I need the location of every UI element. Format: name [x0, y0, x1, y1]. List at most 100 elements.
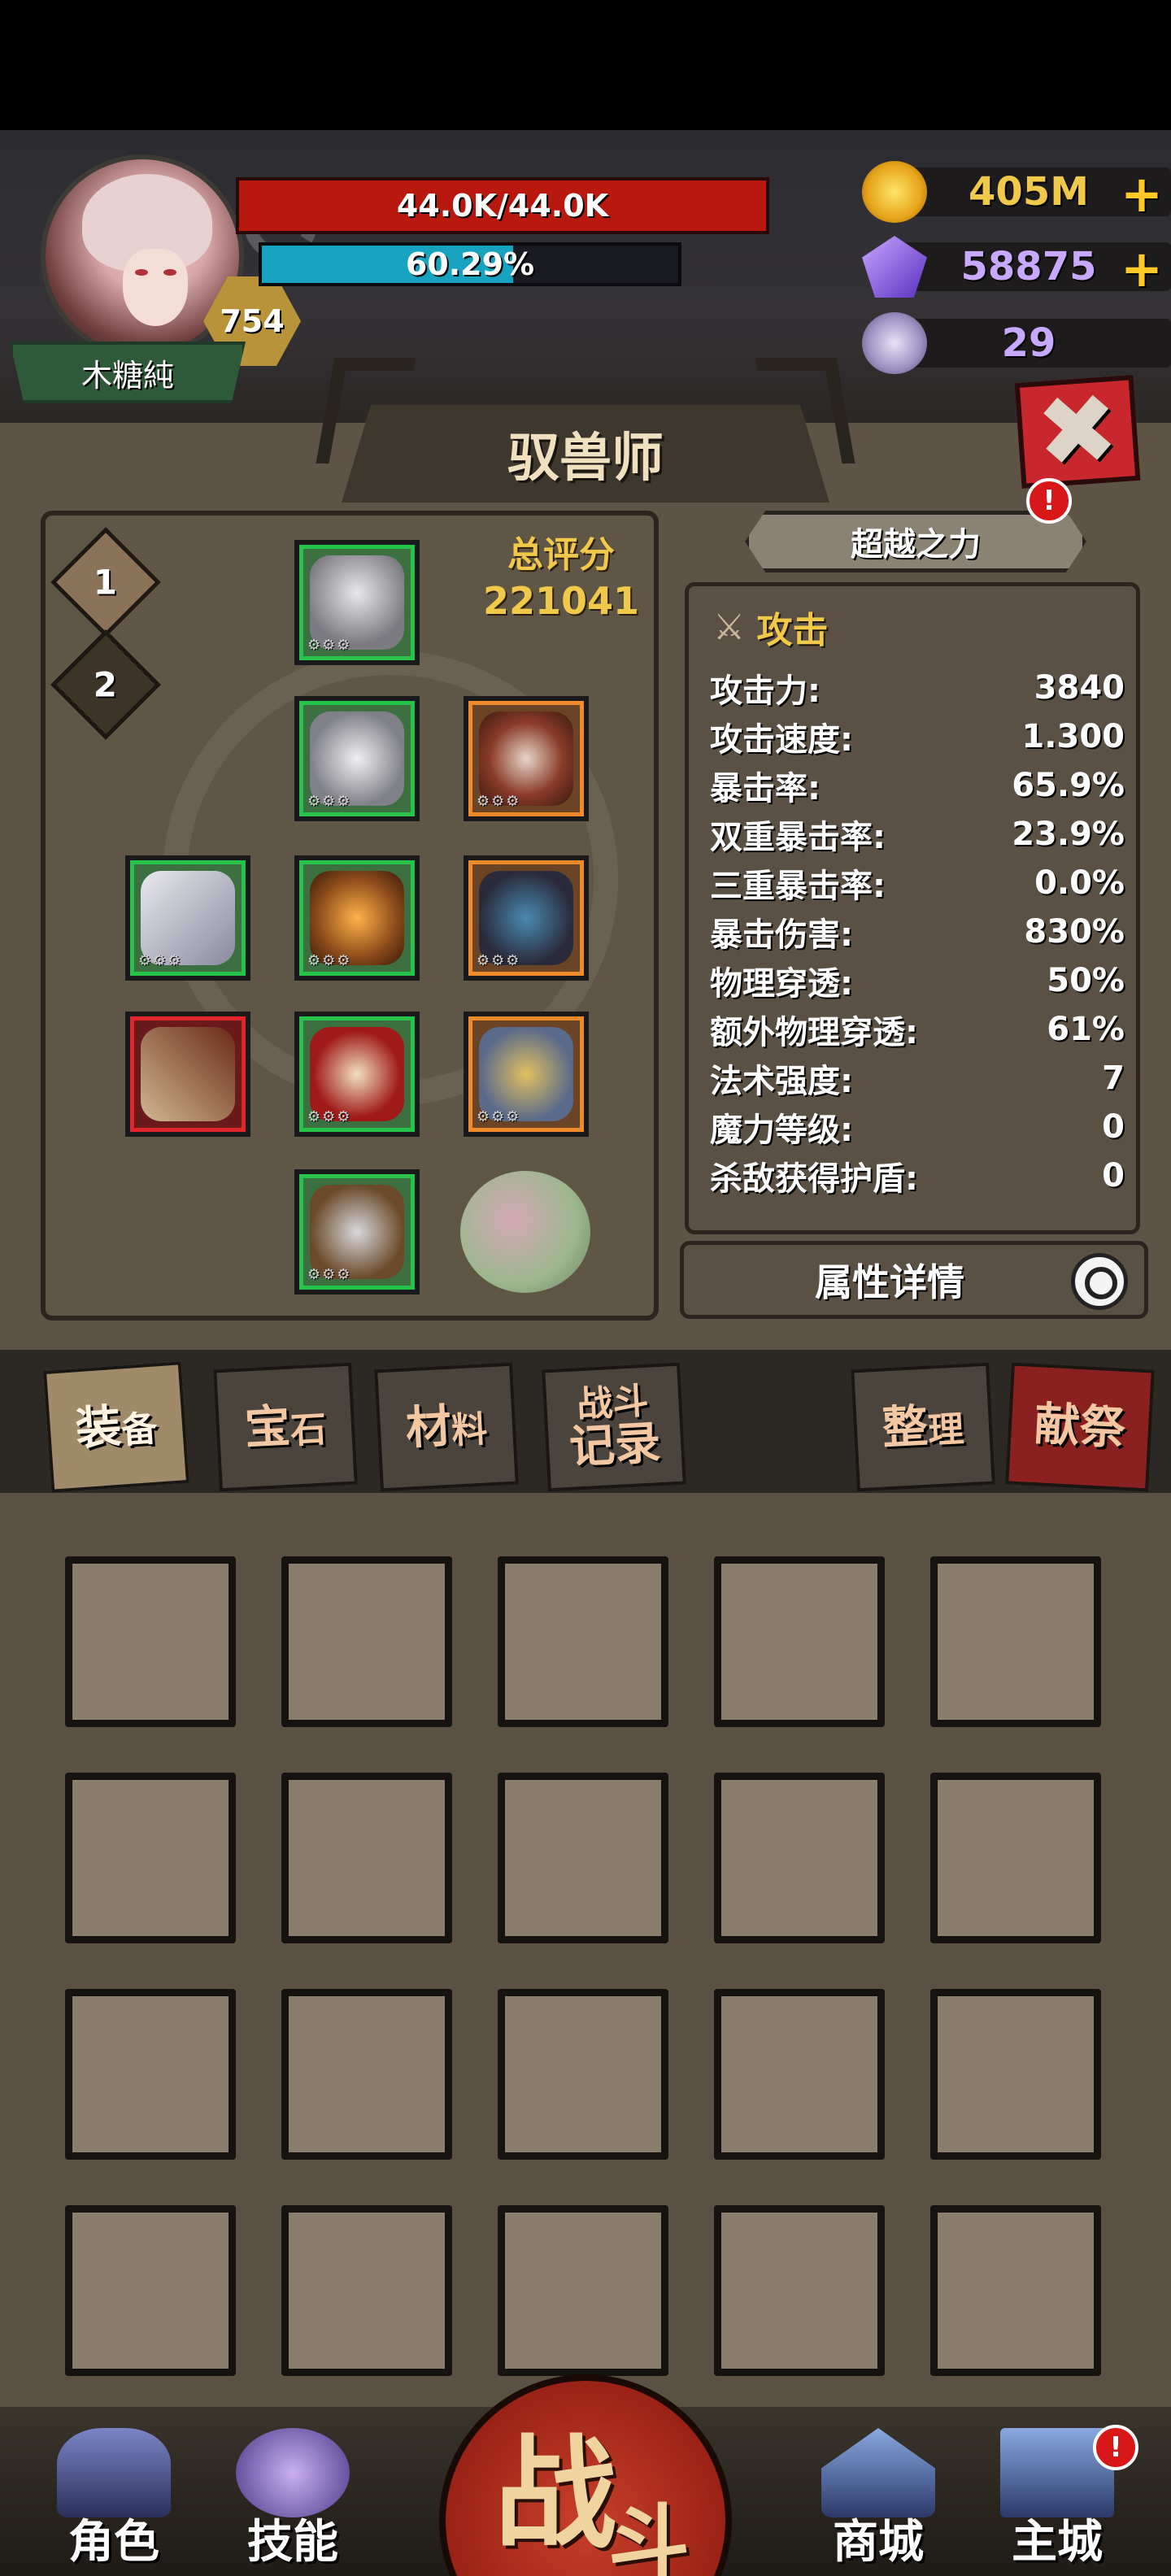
- stat-row: 杀敌获得护盾: 0: [710, 1152, 1125, 1199]
- stat-row: 双重暴击率: 23.9%: [710, 811, 1125, 858]
- close-button[interactable]: ✖: [1014, 372, 1141, 491]
- stat-row: 法术强度: 7: [710, 1055, 1125, 1102]
- stat-row: 三重暴击率: 0.0%: [710, 859, 1125, 907]
- panel-title: 驭兽师: [507, 429, 664, 489]
- gold-amount: 405M: [969, 169, 1089, 215]
- stat-label: 杀敌获得护盾:: [710, 1160, 918, 1198]
- seal-icon[interactable]: [460, 1171, 590, 1293]
- stat-row: 暴击率: 65.9%: [710, 762, 1125, 809]
- status-bar-area: [0, 0, 1171, 130]
- inventory-slot[interactable]: [65, 2205, 236, 2376]
- stat-row: 魔力等级: 0: [710, 1103, 1125, 1151]
- alert-icon: !: [1093, 2425, 1138, 2470]
- belt-icon: [310, 871, 404, 965]
- slot-boots[interactable]: ⚙⚙⚙: [294, 1169, 420, 1295]
- sacrifice-button[interactable]: 献祭: [1005, 1362, 1155, 1492]
- stat-label: 暴击率:: [710, 770, 821, 807]
- nav-character[interactable]: 角色: [33, 2428, 195, 2576]
- stat-row: 攻击力: 3840: [710, 664, 1125, 711]
- inventory-slot[interactable]: [498, 1989, 668, 2160]
- stat-value: 23.9%: [1012, 816, 1125, 853]
- inventory-slot[interactable]: [930, 2205, 1101, 2376]
- shop-nav-icon: [821, 2428, 935, 2517]
- close-icon: ✖: [1032, 372, 1122, 491]
- inventory-slot[interactable]: [714, 1556, 885, 1727]
- inventory-slot[interactable]: [281, 1989, 452, 2160]
- stat-value: 50%: [1047, 962, 1125, 999]
- add-gem-button[interactable]: +: [1121, 239, 1163, 298]
- stat-row: 暴击伤害: 830%: [710, 908, 1125, 955]
- armor-icon: [310, 711, 404, 806]
- stat-value: 3840: [1034, 669, 1125, 707]
- stats-section-title: 攻击: [756, 610, 829, 651]
- beast-pet-icon: [479, 711, 573, 806]
- helmet-nav-icon: [57, 2428, 171, 2517]
- inventory-slot[interactable]: [930, 1989, 1101, 2160]
- tab-materials[interactable]: 材料: [374, 1362, 519, 1492]
- attribute-details-button[interactable]: 属性详情: [680, 1241, 1148, 1319]
- skull-resource[interactable]: 29: [862, 312, 1171, 374]
- sort-button[interactable]: 整理: [851, 1362, 995, 1492]
- gold-resource[interactable]: 405M +: [862, 161, 1171, 224]
- stat-row: 物理穿透: 50%: [710, 957, 1125, 1004]
- stat-value: 1.300: [1021, 718, 1125, 755]
- tab-battle-log[interactable]: 战斗 记录: [542, 1362, 686, 1492]
- slot-belt[interactable]: ⚙⚙⚙: [294, 855, 420, 981]
- inventory-slot[interactable]: [930, 1556, 1101, 1727]
- stat-value: 65.9%: [1012, 767, 1125, 804]
- stat-value: 830%: [1024, 913, 1125, 951]
- transcend-power-button[interactable]: 超越之力: [745, 511, 1086, 572]
- player-name: 木糖純: [81, 357, 174, 394]
- stat-row: 额外物理穿透: 61%: [710, 1006, 1125, 1053]
- gem-resource[interactable]: 58875 +: [862, 236, 1171, 298]
- slot-gloves[interactable]: ⚙⚙⚙: [294, 1012, 420, 1137]
- stat-label: 额外物理穿透:: [710, 1014, 918, 1051]
- ram-skull-icon: [862, 312, 927, 374]
- inventory-slot[interactable]: [498, 1556, 668, 1727]
- inventory-slot[interactable]: [281, 1773, 452, 1943]
- stat-value: 61%: [1047, 1011, 1125, 1048]
- stat-label: 物理穿透:: [710, 965, 853, 1003]
- inventory-slot[interactable]: [498, 2205, 668, 2376]
- hp-text: 44.0K/44.0K: [396, 188, 609, 224]
- stat-label: 攻击速度:: [710, 721, 853, 759]
- inventory-slot[interactable]: [714, 2205, 885, 2376]
- inventory-slot[interactable]: [281, 2205, 452, 2376]
- stat-label: 攻击力:: [710, 672, 821, 710]
- slot-armor[interactable]: ⚙⚙⚙: [294, 696, 420, 821]
- stat-label: 双重暴击率:: [710, 819, 886, 856]
- slot-helmet[interactable]: ⚙⚙⚙: [294, 540, 420, 665]
- slot-shoulder[interactable]: ⚙⚙⚙: [125, 855, 250, 981]
- shoulder-icon: [141, 871, 235, 965]
- gloves-icon: [310, 1027, 404, 1121]
- add-gold-button[interactable]: +: [1121, 164, 1163, 224]
- inventory-slot[interactable]: [714, 1989, 885, 2160]
- exp-text: 60.29%: [405, 246, 535, 282]
- tab-gems[interactable]: 宝石: [213, 1362, 358, 1492]
- exp-bar: 60.29%: [259, 242, 681, 286]
- inventory-slot[interactable]: [65, 1989, 236, 2160]
- slot-weapon[interactable]: [125, 1012, 250, 1137]
- nav-skills[interactable]: 技能: [211, 2428, 374, 2576]
- slot-pet[interactable]: ⚙⚙⚙: [464, 696, 589, 821]
- claw-icon: [479, 1027, 573, 1121]
- inventory-slot[interactable]: [65, 1773, 236, 1943]
- slot-offhand[interactable]: ⚙⚙⚙: [464, 1012, 589, 1137]
- inventory-slot[interactable]: [498, 1773, 668, 1943]
- player-level: 754: [220, 303, 285, 339]
- inventory-slot[interactable]: [714, 1773, 885, 1943]
- stat-label: 暴击伤害:: [710, 916, 853, 954]
- stat-value: 0: [1102, 1157, 1125, 1194]
- total-score-label: 总评分: [507, 534, 615, 576]
- alert-icon: !: [1026, 478, 1072, 524]
- inventory-slot[interactable]: [930, 1773, 1101, 1943]
- nav-shop[interactable]: 商城: [797, 2428, 960, 2576]
- total-score-value: 221041: [482, 579, 640, 623]
- inventory-slot[interactable]: [65, 1556, 236, 1727]
- stat-label: 法术强度:: [710, 1063, 853, 1100]
- slot-necklace[interactable]: ⚙⚙⚙: [464, 855, 589, 981]
- inventory-slot[interactable]: [281, 1556, 452, 1727]
- tab-equipment[interactable]: 装备: [42, 1361, 190, 1493]
- bow-icon: [141, 1027, 235, 1121]
- attack-stats-panel[interactable]: ⚔ 攻击 攻击力: 3840 攻击速度: 1.300 暴击率: 65.9% 双重暴击率: 23…: [685, 582, 1140, 1234]
